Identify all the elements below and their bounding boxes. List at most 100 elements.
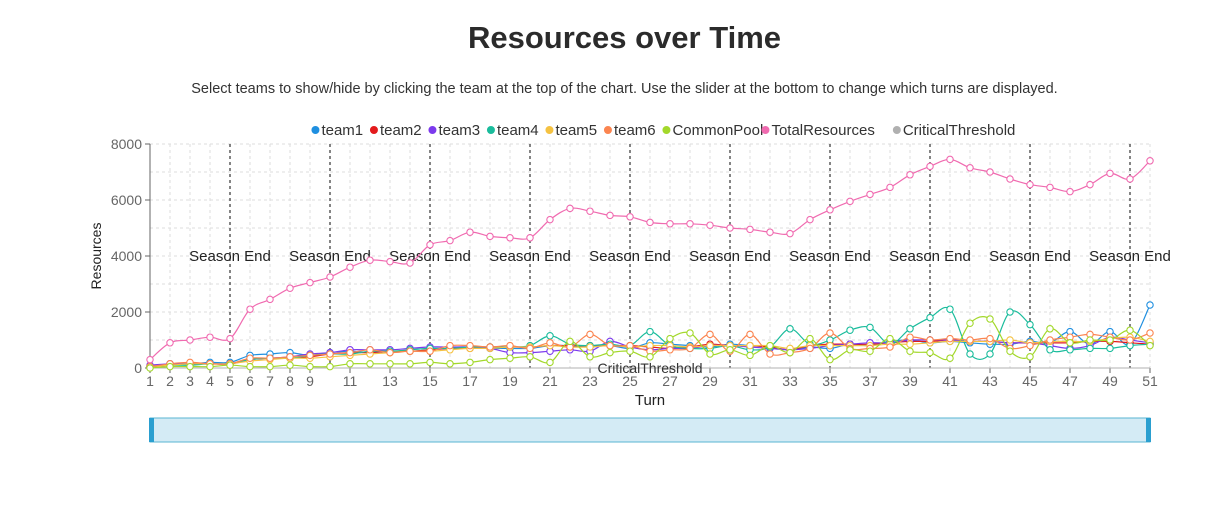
legend-dot[interactable] <box>311 126 320 134</box>
data-point-CommonPool <box>326 362 334 371</box>
data-point-team6 <box>686 344 694 353</box>
data-point-TotalResources <box>1066 187 1074 196</box>
slider-handle-left[interactable] <box>149 418 154 442</box>
data-point-TotalResources <box>206 333 214 341</box>
data-point-TotalResources <box>1006 175 1014 183</box>
legend-label[interactable]: team6 <box>614 122 656 139</box>
data-point-CommonPool <box>926 348 934 357</box>
data-point-CommonPool <box>1026 353 1034 361</box>
data-point-team6 <box>966 336 974 344</box>
data-point-TotalResources <box>346 263 354 271</box>
y-tick-label: 8000 <box>111 136 142 152</box>
legend-dot[interactable] <box>428 126 437 134</box>
data-point-TotalResources <box>566 204 574 213</box>
data-point-CommonPool <box>586 353 594 361</box>
data-point-team6 <box>326 350 334 358</box>
data-point-team6 <box>346 348 354 357</box>
data-point-CommonPool <box>206 362 214 371</box>
data-point-team5 <box>706 341 714 350</box>
legend-label[interactable]: TotalResources <box>771 122 874 139</box>
x-tick-label: 23 <box>582 373 598 389</box>
data-point-TotalResources <box>606 211 614 220</box>
y-tick-label: 4000 <box>111 248 142 264</box>
legend-label[interactable]: CommonPool <box>672 122 763 139</box>
data-point-TotalResources <box>426 241 434 249</box>
data-point-team6 <box>926 336 934 344</box>
x-tick-label: 31 <box>742 373 758 389</box>
legend-item-team3[interactable]: team3 <box>428 122 480 139</box>
y-tick-label: 0 <box>134 360 142 376</box>
data-point-CommonPool <box>526 353 534 361</box>
x-tick-label: 21 <box>542 373 558 389</box>
legend-item-team5[interactable]: team5 <box>545 122 597 139</box>
data-point-TotalResources <box>586 207 594 215</box>
data-point-team6 <box>1026 341 1034 350</box>
data-point-CommonPool <box>766 341 774 350</box>
data-point-TotalResources <box>906 171 914 179</box>
legend-item-team1[interactable]: team1 <box>311 122 363 139</box>
data-point-CommonPool <box>1066 339 1074 347</box>
legend-label[interactable]: CriticalThreshold <box>903 122 1016 139</box>
data-point-CommonPool <box>746 351 754 360</box>
legend-dot[interactable] <box>761 126 770 134</box>
slider-selection[interactable] <box>149 417 1151 443</box>
data-point-TotalResources <box>306 278 314 287</box>
legend-item-team4[interactable]: team4 <box>486 122 539 139</box>
data-point-TotalResources <box>826 206 834 214</box>
legend-item-CommonPool[interactable]: CommonPool <box>662 122 763 139</box>
data-point-CommonPool <box>726 346 734 354</box>
data-point-TotalResources <box>506 234 514 242</box>
data-point-CommonPool <box>406 360 414 368</box>
data-point-TotalResources <box>486 232 494 241</box>
legend[interactable]: team1 team2 team3 team4 team5 team6 CommonPool… <box>311 122 1015 139</box>
data-point-team4 <box>1026 320 1034 329</box>
data-point-team6 <box>306 351 314 360</box>
x-tick-label: 2 <box>166 373 174 389</box>
x-tick-label: 51 <box>1142 373 1158 389</box>
data-point-TotalResources <box>806 215 814 224</box>
data-point-TotalResources <box>226 334 234 343</box>
data-point-CommonPool <box>146 364 154 372</box>
slider-handle-right[interactable] <box>1146 418 1151 442</box>
legend-label[interactable]: team5 <box>555 122 597 139</box>
data-point-CommonPool <box>806 334 814 343</box>
data-point-CommonPool <box>186 362 194 371</box>
data-point-team4 <box>906 325 914 333</box>
legend-dot[interactable] <box>369 126 378 134</box>
legend-label[interactable]: team3 <box>438 122 480 139</box>
y-axis-label: Resources <box>88 223 104 290</box>
legend-dot[interactable] <box>486 126 495 134</box>
data-point-CommonPool <box>1126 326 1134 334</box>
legend-dot[interactable] <box>603 126 612 134</box>
data-point-CommonPool <box>366 360 374 368</box>
legend-dot[interactable] <box>545 126 554 134</box>
legend-label[interactable]: team2 <box>380 122 422 139</box>
season-end-label: Season End <box>789 248 871 265</box>
data-point-TotalResources <box>766 228 774 236</box>
legend-item-CriticalThreshold[interactable]: CriticalThreshold <box>892 122 1016 139</box>
data-point-CommonPool <box>266 362 274 371</box>
data-point-CommonPool <box>446 360 454 368</box>
data-point-team5 <box>1006 336 1014 344</box>
data-point-CommonPool <box>606 348 614 357</box>
legend-label[interactable]: team1 <box>321 122 363 139</box>
legend-item-team2[interactable]: team2 <box>369 122 422 139</box>
data-point-team6 <box>906 333 914 341</box>
legend-dot[interactable] <box>892 126 901 134</box>
data-point-CommonPool <box>1046 325 1054 333</box>
data-point-CommonPool <box>1106 336 1114 344</box>
data-point-team6 <box>546 339 554 347</box>
y-tick-label: 6000 <box>111 192 142 208</box>
legend-item-team6[interactable]: team6 <box>603 122 656 139</box>
data-point-TotalResources <box>526 234 534 242</box>
legend-label[interactable]: team4 <box>497 122 539 139</box>
turn-range-slider[interactable] <box>149 417 1151 443</box>
legend-item-TotalResources[interactable]: TotalResources <box>761 122 875 139</box>
data-point-team4 <box>546 332 554 340</box>
data-point-team5 <box>586 343 594 351</box>
data-point-team4 <box>966 350 974 358</box>
data-point-CommonPool <box>706 350 714 358</box>
legend-dot[interactable] <box>662 126 671 134</box>
data-point-TotalResources <box>986 168 994 176</box>
data-point-TotalResources <box>166 339 174 347</box>
